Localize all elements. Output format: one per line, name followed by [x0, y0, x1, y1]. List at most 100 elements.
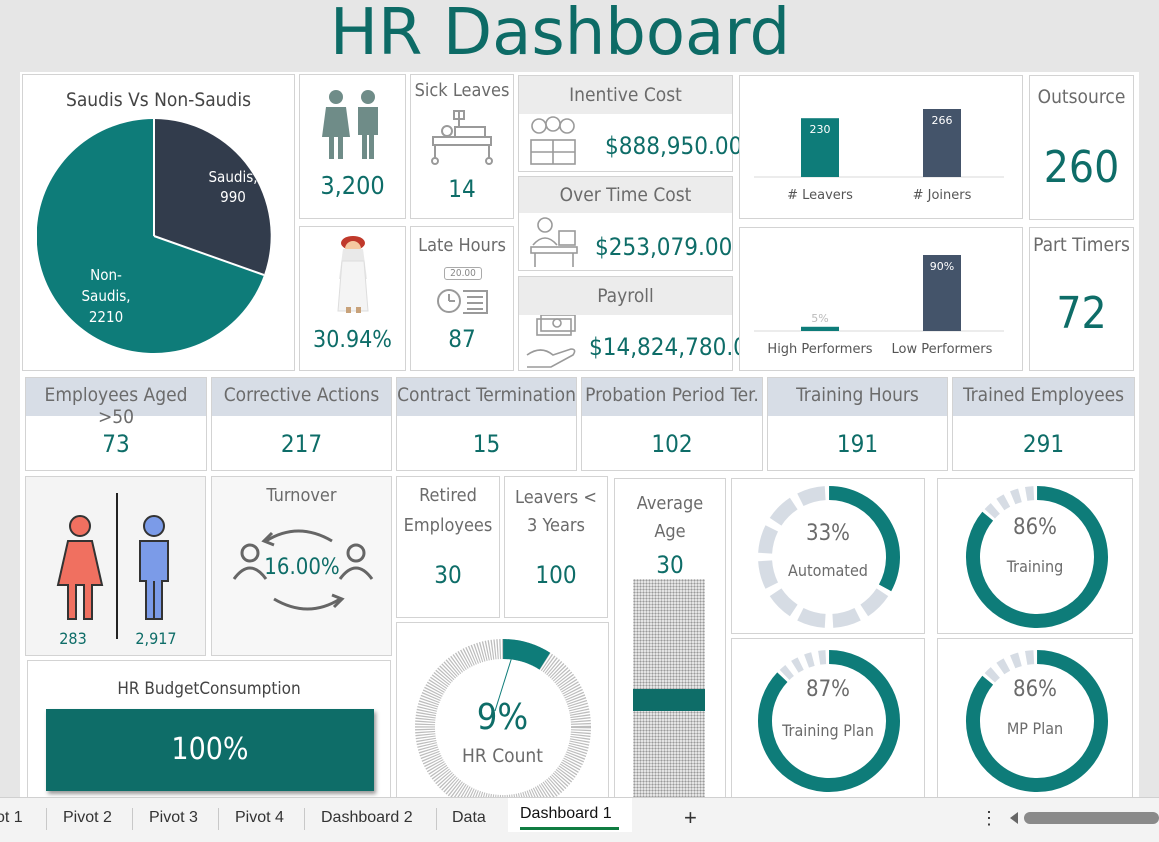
hr-count-card[interactable]: 9% HR Count: [396, 622, 609, 815]
data-label: 230: [810, 123, 831, 136]
hr-budget-label: HR BudgetConsumption: [117, 679, 301, 699]
pie-chart: [37, 119, 271, 353]
cash-hand-icon: [526, 315, 576, 368]
leavers-3y-card[interactable]: Leavers < 3 Years 100: [504, 476, 608, 618]
tab-pivot-2[interactable]: Pivot 2: [63, 804, 112, 832]
incentive-card[interactable]: Inentive Cost $888,950.00: [518, 75, 743, 172]
leavers-joiners-chart: 230 # Leavers 266 # Joiners: [754, 109, 1004, 203]
saudi-man-icon: [337, 236, 369, 313]
kpi-trained-employees[interactable]: Trained Employees 291: [952, 377, 1135, 471]
ring-segment: [996, 494, 1011, 511]
tab-dashboard-1[interactable]: Dashboard 1: [520, 800, 612, 828]
ring-segment: [1010, 488, 1022, 505]
leavers-3y-label-1: Leavers <: [515, 487, 597, 508]
kpi-employees-aged[interactable]: Employees Aged >50 73: [25, 377, 207, 471]
scroll-left-icon[interactable]: [1010, 812, 1018, 824]
overtime-value: $253,079.00: [595, 233, 733, 261]
clock-hand-icon: [437, 289, 488, 314]
female-count: 283: [59, 629, 87, 648]
ring-segment: [797, 486, 826, 507]
kpi-value: 73: [102, 430, 130, 458]
ring-pct: 86%: [1013, 515, 1057, 540]
ring-training-plan-card[interactable]: 87% Training Plan: [731, 638, 925, 798]
ring-automated-card[interactable]: 33% Automated: [731, 478, 925, 634]
kpi-training-hours[interactable]: Training Hours 191: [767, 377, 948, 471]
kpi-label: Probation Period Ter.: [585, 384, 759, 406]
category-label: High Performers: [767, 342, 872, 357]
ring-segment: [1024, 650, 1035, 665]
add-sheet-button[interactable]: +: [684, 804, 697, 832]
incentive-value: $888,950.00: [605, 132, 743, 160]
category-label: # Leavers: [787, 188, 853, 203]
kpi-contract-termination[interactable]: Contract Termination 15: [396, 377, 577, 471]
pie-title: Saudis Vs Non-Saudis: [65, 89, 252, 111]
ring-segment: [804, 652, 815, 668]
hr-budget-card[interactable]: HR BudgetConsumption 100%: [27, 660, 391, 798]
sick-leaves-label: Sick Leaves: [414, 80, 510, 101]
late-hours-value: 87: [448, 325, 476, 353]
late-hours-badge: 20.00: [444, 267, 482, 280]
ring-label: Training Plan: [782, 721, 874, 740]
hospital-bed-icon: [431, 110, 493, 165]
ring-segment: [996, 658, 1011, 675]
saudi-pct-card[interactable]: 30.94%: [299, 226, 406, 371]
ring-segment: [779, 665, 795, 681]
performers-chart: 5% High Performers 90% Low Performers: [754, 255, 1004, 357]
tab-dashboard-1-active[interactable]: Dashboard 1: [508, 798, 632, 832]
ring-segment: [791, 657, 804, 673]
ring-pct: 87%: [806, 677, 850, 702]
tab-data[interactable]: Data: [452, 804, 486, 832]
performers-card[interactable]: 5% High Performers 90% Low Performers: [739, 227, 1023, 371]
kpi-value: 102: [651, 430, 693, 458]
part-timers-value: 72: [1056, 288, 1107, 339]
tab-dashboard-2[interactable]: Dashboard 2: [321, 804, 413, 832]
kpi-probation[interactable]: Probation Period Ter. 102: [581, 377, 763, 471]
ring-segment: [818, 650, 827, 665]
average-age-label-1: Average: [636, 493, 704, 514]
ring-mp-plan-card[interactable]: 86% MP Plan: [937, 638, 1133, 798]
gender-divider: [116, 493, 118, 639]
employees-total-card[interactable]: 3,200: [299, 74, 406, 219]
retired-card[interactable]: Retired Employees 30: [396, 476, 500, 618]
pie-label-saudis: Saudis, 990: [208, 168, 258, 206]
hr-budget-bar: 100%: [46, 709, 374, 791]
retired-label-1: Retired: [419, 485, 477, 506]
ring-label: MP Plan: [1006, 719, 1064, 738]
kpi-label: Contract Termination: [397, 384, 576, 406]
part-timers-card[interactable]: Part Timers 72: [1029, 227, 1134, 371]
tab-pivot-4[interactable]: Pivot 4: [235, 804, 284, 832]
kpi-label: Training Hours: [796, 384, 919, 406]
overtime-card[interactable]: Over Time Cost $253,079.00: [518, 176, 733, 271]
average-age-value: 30: [656, 551, 684, 579]
leavers-3y-value: 100: [535, 561, 577, 589]
saudi-pct-value: 30.94%: [313, 327, 392, 353]
saudis-pie-card[interactable]: Saudis Vs Non-Saudis Saudis, 990 Non- Saud…: [22, 74, 295, 371]
leavers-joiners-card[interactable]: 230 # Leavers 266 # Joiners: [739, 75, 1023, 219]
turnover-card[interactable]: Turnover 16.00%: [211, 476, 392, 656]
horizontal-scrollbar[interactable]: [1024, 812, 1159, 824]
more-options-icon[interactable]: ⋮: [980, 804, 998, 832]
ring-pct: 33%: [806, 521, 850, 546]
average-age-card[interactable]: Average Age 30: [614, 478, 726, 799]
employees-total-value: 3,200: [320, 171, 385, 200]
page-title: HR Dashboard: [329, 0, 791, 70]
ring-segment: [832, 607, 861, 628]
part-timers-label: Part Timers: [1033, 234, 1130, 256]
pie-label-non-saudis: Non- Saudis, 2210: [81, 266, 131, 326]
gender-card[interactable]: 283 2,917: [25, 476, 206, 656]
sick-leaves-card[interactable]: Sick Leaves 14: [410, 74, 514, 219]
ring-training-card[interactable]: 86% Training: [937, 478, 1133, 634]
late-hours-card[interactable]: Late Hours 20.00 87: [410, 226, 514, 371]
kpi-value: 15: [472, 430, 501, 458]
kpi-corrective-actions[interactable]: Corrective Actions 217: [211, 377, 392, 471]
payroll-card[interactable]: Payroll $14,824,780.00: [518, 276, 761, 371]
ring-label: Training: [1006, 557, 1064, 576]
donut-progress: [502, 639, 551, 670]
tab-pivot-3[interactable]: Pivot 3: [149, 804, 198, 832]
incentive-label: Inentive Cost: [519, 76, 732, 114]
tab-pivot-1[interactable]: ot 1: [0, 804, 23, 832]
hr-budget-value: 100%: [171, 732, 249, 767]
outsource-card[interactable]: Outsource 260: [1029, 75, 1134, 220]
bar: [801, 326, 839, 331]
hr-count-pct: 9%: [476, 697, 529, 738]
